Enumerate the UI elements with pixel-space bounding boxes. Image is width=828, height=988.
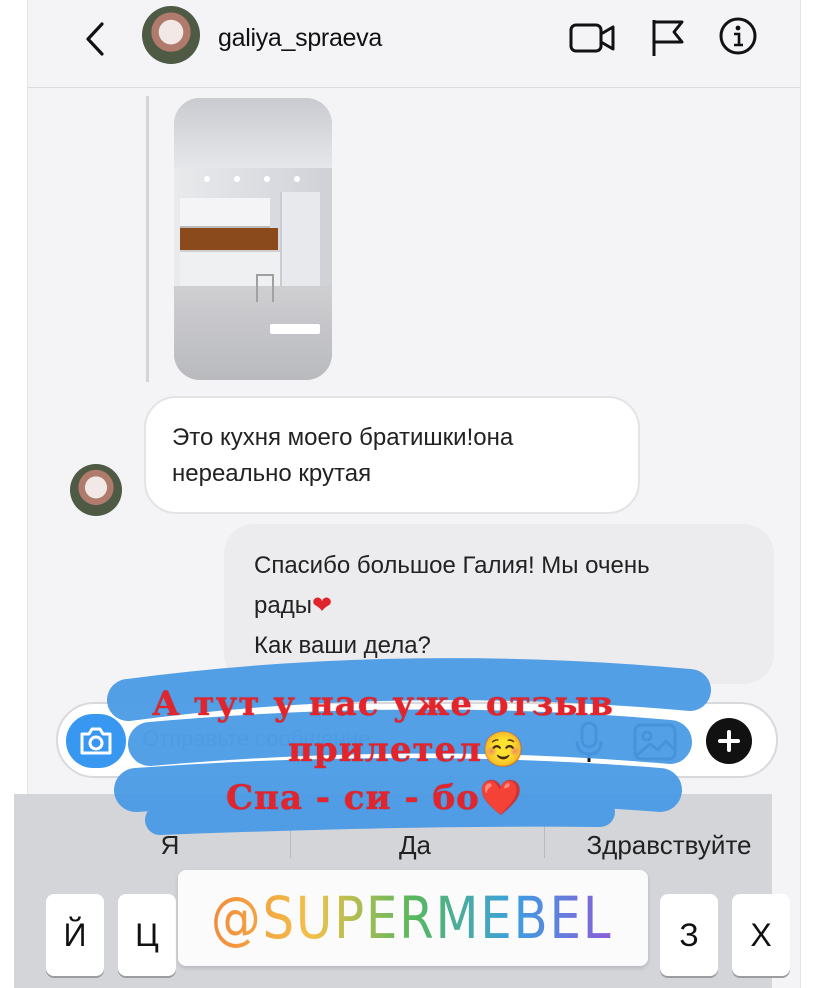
chat-username[interactable]: galiya_spraeva — [218, 24, 382, 53]
camera-button[interactable] — [66, 714, 126, 768]
keyboard-key[interactable]: Х — [732, 894, 790, 976]
incoming-message-text: Это кухня моего братишки!она нереально к… — [172, 424, 514, 487]
camera-icon — [80, 727, 112, 755]
story-watermark-tag — [270, 324, 320, 334]
keyboard-suggestion[interactable]: Я — [140, 830, 200, 861]
suggestion-divider — [544, 816, 545, 858]
heart-emoji-icon: ❤ — [311, 592, 333, 619]
back-chevron-icon[interactable] — [76, 14, 112, 64]
add-button[interactable] — [706, 718, 752, 764]
outgoing-message-line: Спасибо большое Галия! Мы очень — [254, 552, 650, 579]
chat-header: galiya_spraeva — [28, 0, 800, 88]
microphone-icon[interactable] — [574, 720, 604, 764]
suggestion-divider — [290, 816, 291, 858]
keyboard-key[interactable]: Ц — [118, 894, 176, 976]
info-icon[interactable] — [718, 16, 758, 56]
outgoing-message-line: Как ваши дела? — [254, 632, 431, 659]
keyboard-suggestion[interactable]: Да — [370, 830, 460, 861]
avatar[interactable] — [142, 6, 200, 64]
shared-story-thumbnail[interactable] — [174, 98, 332, 380]
brand-sticker: @SUPERMEBEL30 — [178, 870, 680, 966]
screenshot-frame-right — [800, 0, 828, 988]
incoming-message-bubble[interactable]: Это кухня моего братишки!она нереально к… — [144, 396, 640, 514]
reply-quote-bar — [146, 96, 149, 382]
keyboard-suggestion[interactable]: Здравствуйте — [564, 830, 774, 861]
flag-icon[interactable] — [650, 16, 686, 58]
story-caption-line: Спа - си - бо❤️ — [226, 778, 524, 818]
gallery-icon[interactable] — [632, 722, 678, 762]
video-call-icon[interactable] — [568, 20, 616, 56]
brand-handle: @SUPERMEBEL30 — [210, 884, 680, 952]
keyboard-key[interactable]: Й — [46, 894, 104, 976]
sender-avatar[interactable] — [70, 464, 122, 516]
outgoing-message-line: рады — [254, 592, 312, 619]
story-caption-line: прилетел☺️ — [288, 730, 526, 770]
outgoing-message-bubble[interactable]: Спасибо большое Галия! Мы очень рады❤ Ка… — [224, 524, 774, 684]
story-caption-line: А тут у нас уже отзыв — [152, 684, 615, 724]
